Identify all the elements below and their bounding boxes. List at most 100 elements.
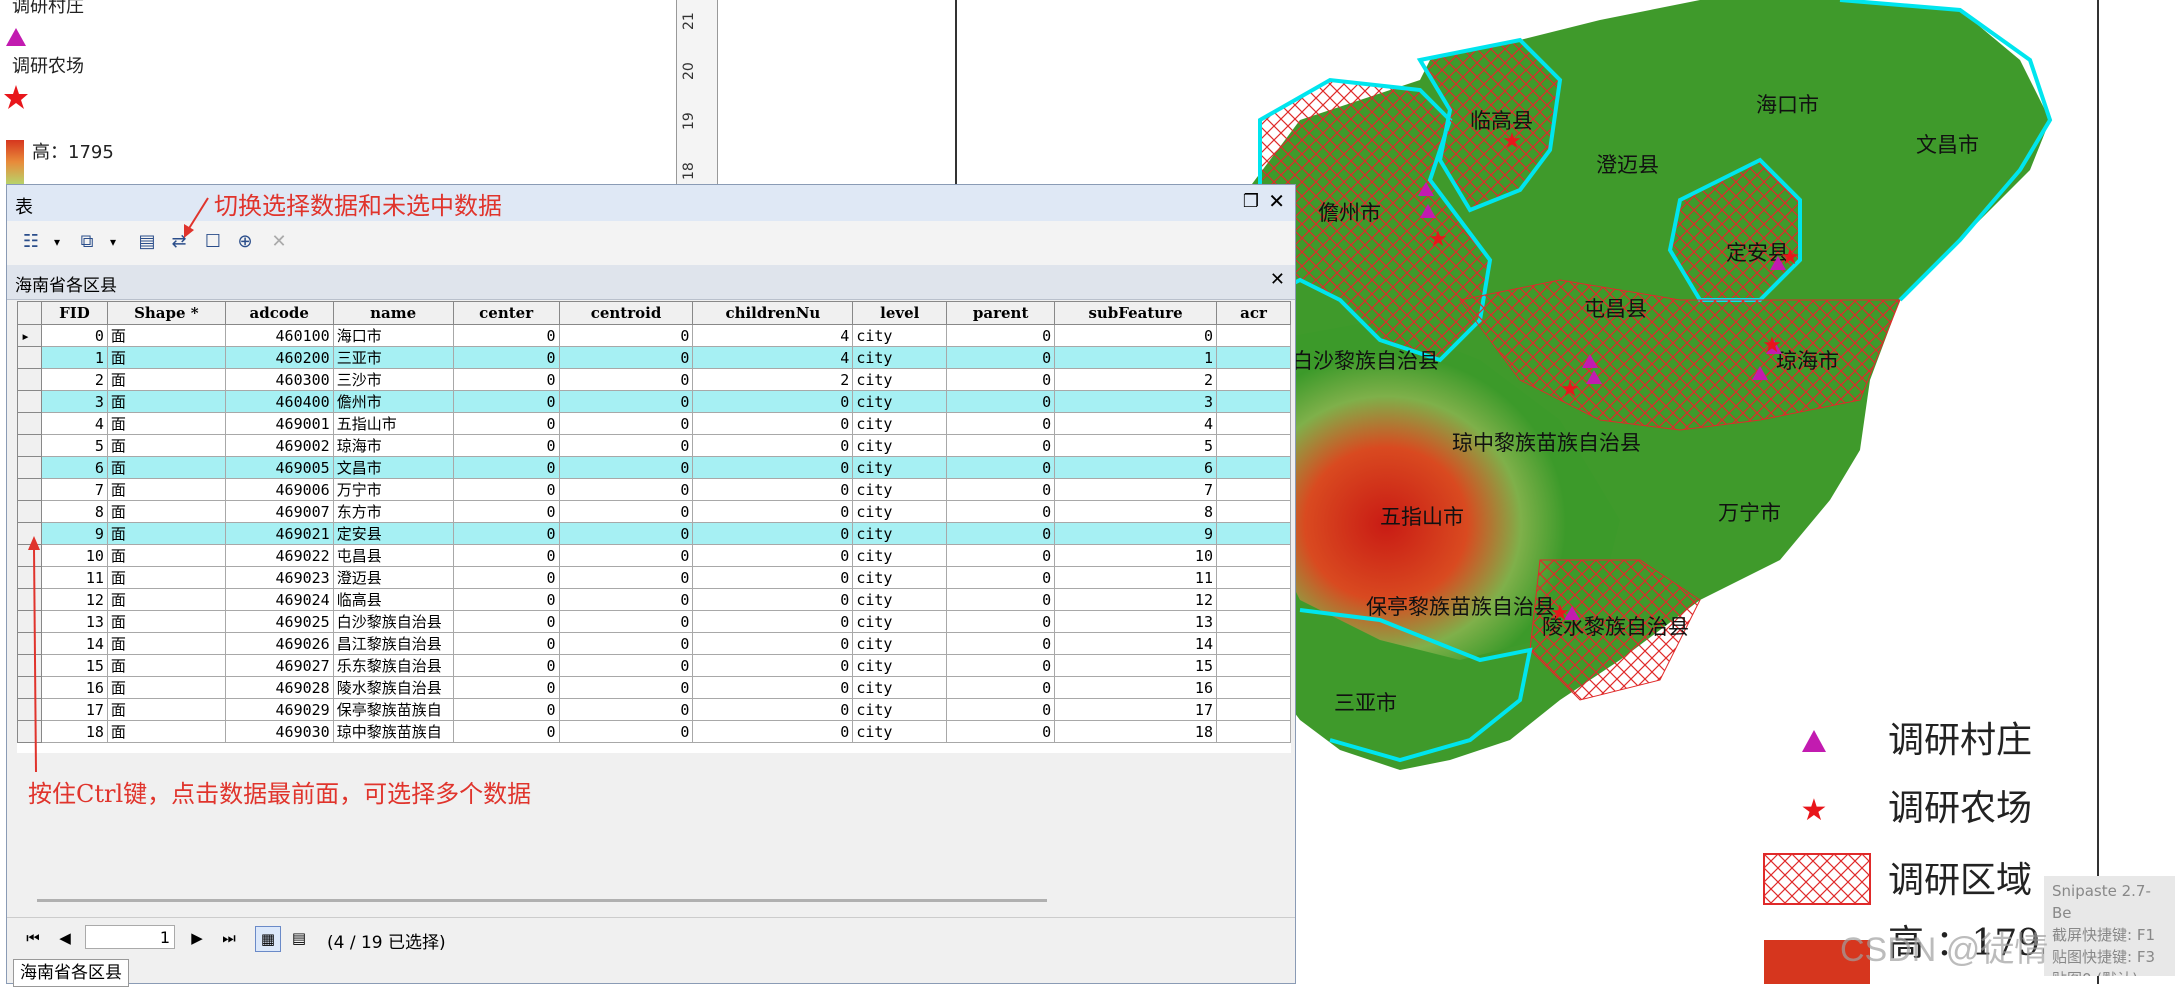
table-cell-adcode[interactable]: 460100 bbox=[224, 324, 334, 347]
table-cell-fid[interactable]: 0 bbox=[40, 324, 108, 347]
table-cell-parent[interactable]: 0 bbox=[946, 522, 1056, 545]
table-cell-parent[interactable]: 0 bbox=[946, 478, 1056, 501]
table-cell-parent[interactable]: 0 bbox=[946, 544, 1056, 567]
table-cell-centroid[interactable]: 0 bbox=[558, 390, 694, 413]
row-selector[interactable] bbox=[17, 500, 42, 523]
table-cell-parent[interactable]: 0 bbox=[946, 588, 1056, 611]
table-cell-parent[interactable]: 0 bbox=[946, 390, 1056, 413]
table-row[interactable]: 1 面 460200 三亚市 0 0 4 city 0 1 bbox=[17, 346, 1291, 369]
table-row[interactable]: 10 面 469022 屯昌县 0 0 0 city 0 10 bbox=[17, 544, 1291, 567]
table-cell-fid[interactable]: 1 bbox=[40, 346, 108, 369]
table-cell-level[interactable]: city bbox=[852, 566, 948, 589]
table-cell-adcode[interactable]: 469023 bbox=[224, 566, 334, 589]
table-cell-sub[interactable]: 18 bbox=[1054, 720, 1217, 743]
table-cell-sub[interactable]: 0 bbox=[1054, 324, 1217, 347]
table-cell-center[interactable]: 0 bbox=[452, 522, 560, 545]
table-cell-center[interactable]: 0 bbox=[452, 412, 560, 435]
table-cell-center[interactable]: 0 bbox=[452, 588, 560, 611]
delete-selected-icon[interactable]: ✕ bbox=[265, 229, 293, 255]
table-cell-acr[interactable] bbox=[1215, 676, 1291, 699]
table-cell-shape[interactable]: 面 bbox=[106, 368, 226, 391]
table-cell-level[interactable]: city bbox=[852, 632, 948, 655]
column-header[interactable]: centroid bbox=[558, 301, 694, 325]
table-cell-children[interactable]: 0 bbox=[692, 500, 854, 523]
table-cell-center[interactable]: 0 bbox=[452, 654, 560, 677]
table-cell-level[interactable]: city bbox=[852, 500, 948, 523]
table-cell-shape[interactable]: 面 bbox=[106, 720, 226, 743]
show-all-records-icon[interactable]: ▦ bbox=[255, 926, 281, 952]
row-selector[interactable] bbox=[17, 368, 42, 391]
table-cell-acr[interactable] bbox=[1215, 566, 1291, 589]
column-header[interactable]: subFeature bbox=[1054, 301, 1217, 325]
table-cell-children[interactable]: 0 bbox=[692, 456, 854, 479]
table-cell-parent[interactable]: 0 bbox=[946, 456, 1056, 479]
table-cell-name[interactable]: 三亚市 bbox=[332, 346, 454, 369]
table-cell-centroid[interactable]: 0 bbox=[558, 478, 694, 501]
table-cell-sub[interactable]: 6 bbox=[1054, 456, 1217, 479]
table-cell-center[interactable]: 0 bbox=[452, 632, 560, 655]
table-cell-children[interactable]: 2 bbox=[692, 368, 854, 391]
table-cell-name[interactable]: 五指山市 bbox=[332, 412, 454, 435]
table-row[interactable]: 16 面 469028 陵水黎族自治县 0 0 0 city 0 16 bbox=[17, 676, 1291, 699]
table-cell-centroid[interactable]: 0 bbox=[558, 544, 694, 567]
table-row[interactable]: 13 面 469025 白沙黎族自治县 0 0 0 city 0 13 bbox=[17, 610, 1291, 633]
table-cell-sub[interactable]: 10 bbox=[1054, 544, 1217, 567]
table-cell-adcode[interactable]: 460400 bbox=[224, 390, 334, 413]
table-options-icon[interactable]: ☷ bbox=[17, 229, 45, 255]
table-cell-center[interactable]: 0 bbox=[452, 434, 560, 457]
table-cell-fid[interactable]: 17 bbox=[40, 698, 108, 721]
table-cell-acr[interactable] bbox=[1215, 544, 1291, 567]
table-cell-name[interactable]: 万宁市 bbox=[332, 478, 454, 501]
table-cell-level[interactable]: city bbox=[852, 390, 948, 413]
table-cell-fid[interactable]: 5 bbox=[40, 434, 108, 457]
table-cell-center[interactable]: 0 bbox=[452, 368, 560, 391]
table-cell-fid[interactable]: 15 bbox=[40, 654, 108, 677]
table-cell-acr[interactable] bbox=[1215, 654, 1291, 677]
table-cell-centroid[interactable]: 0 bbox=[558, 500, 694, 523]
table-cell-acr[interactable] bbox=[1215, 588, 1291, 611]
row-selector-header[interactable] bbox=[17, 301, 42, 325]
table-cell-adcode[interactable]: 469002 bbox=[224, 434, 334, 457]
hainan-map[interactable]: 临高县 海口市 澄迈县 文昌市 儋州市 定安县 屯昌县 白沙黎族自治县 琼海市 … bbox=[1240, 0, 2175, 984]
table-cell-acr[interactable] bbox=[1215, 632, 1291, 655]
column-header[interactable]: level bbox=[852, 301, 948, 325]
table-cell-name[interactable]: 琼海市 bbox=[332, 434, 454, 457]
table-cell-shape[interactable]: 面 bbox=[106, 632, 226, 655]
table-cell-fid[interactable]: 11 bbox=[40, 566, 108, 589]
table-cell-shape[interactable]: 面 bbox=[106, 390, 226, 413]
table-cell-acr[interactable] bbox=[1215, 346, 1291, 369]
related-tables-icon[interactable]: ⧉ bbox=[73, 229, 101, 255]
table-cell-acr[interactable] bbox=[1215, 610, 1291, 633]
row-selector[interactable] bbox=[17, 434, 42, 457]
table-cell-shape[interactable]: 面 bbox=[106, 412, 226, 435]
table-cell-sub[interactable]: 16 bbox=[1054, 676, 1217, 699]
table-cell-level[interactable]: city bbox=[852, 434, 948, 457]
table-cell-name[interactable]: 儋州市 bbox=[332, 390, 454, 413]
table-cell-adcode[interactable]: 469024 bbox=[224, 588, 334, 611]
table-cell-name[interactable]: 昌江黎族自治县 bbox=[332, 632, 454, 655]
table-cell-centroid[interactable]: 0 bbox=[558, 632, 694, 655]
table-cell-name[interactable]: 白沙黎族自治县 bbox=[332, 610, 454, 633]
table-cell-acr[interactable] bbox=[1215, 522, 1291, 545]
zoom-to-selected-icon[interactable]: ⊕ bbox=[231, 229, 259, 255]
table-cell-level[interactable]: city bbox=[852, 676, 948, 699]
table-cell-children[interactable]: 0 bbox=[692, 522, 854, 545]
table-cell-name[interactable]: 保亭黎族苗族自 bbox=[332, 698, 454, 721]
table-cell-level[interactable]: city bbox=[852, 368, 948, 391]
table-cell-parent[interactable]: 0 bbox=[946, 434, 1056, 457]
table-cell-shape[interactable]: 面 bbox=[106, 478, 226, 501]
table-cell-parent[interactable]: 0 bbox=[946, 324, 1056, 347]
table-row[interactable]: 15 面 469027 乐东黎族自治县 0 0 0 city 0 15 bbox=[17, 654, 1291, 677]
table-row[interactable]: 2 面 460300 三沙市 0 0 2 city 0 2 bbox=[17, 368, 1291, 391]
table-cell-sub[interactable]: 7 bbox=[1054, 478, 1217, 501]
table-cell-sub[interactable]: 1 bbox=[1054, 346, 1217, 369]
table-cell-adcode[interactable]: 469007 bbox=[224, 500, 334, 523]
table-cell-acr[interactable] bbox=[1215, 434, 1291, 457]
table-row[interactable]: ▸ 0 面 460100 海口市 0 0 4 city 0 0 bbox=[17, 324, 1291, 347]
table-cell-fid[interactable]: 7 bbox=[40, 478, 108, 501]
table-cell-fid[interactable]: 10 bbox=[40, 544, 108, 567]
table-cell-acr[interactable] bbox=[1215, 698, 1291, 721]
table-cell-centroid[interactable]: 0 bbox=[558, 434, 694, 457]
table-cell-children[interactable]: 0 bbox=[692, 610, 854, 633]
table-cell-sub[interactable]: 4 bbox=[1054, 412, 1217, 435]
